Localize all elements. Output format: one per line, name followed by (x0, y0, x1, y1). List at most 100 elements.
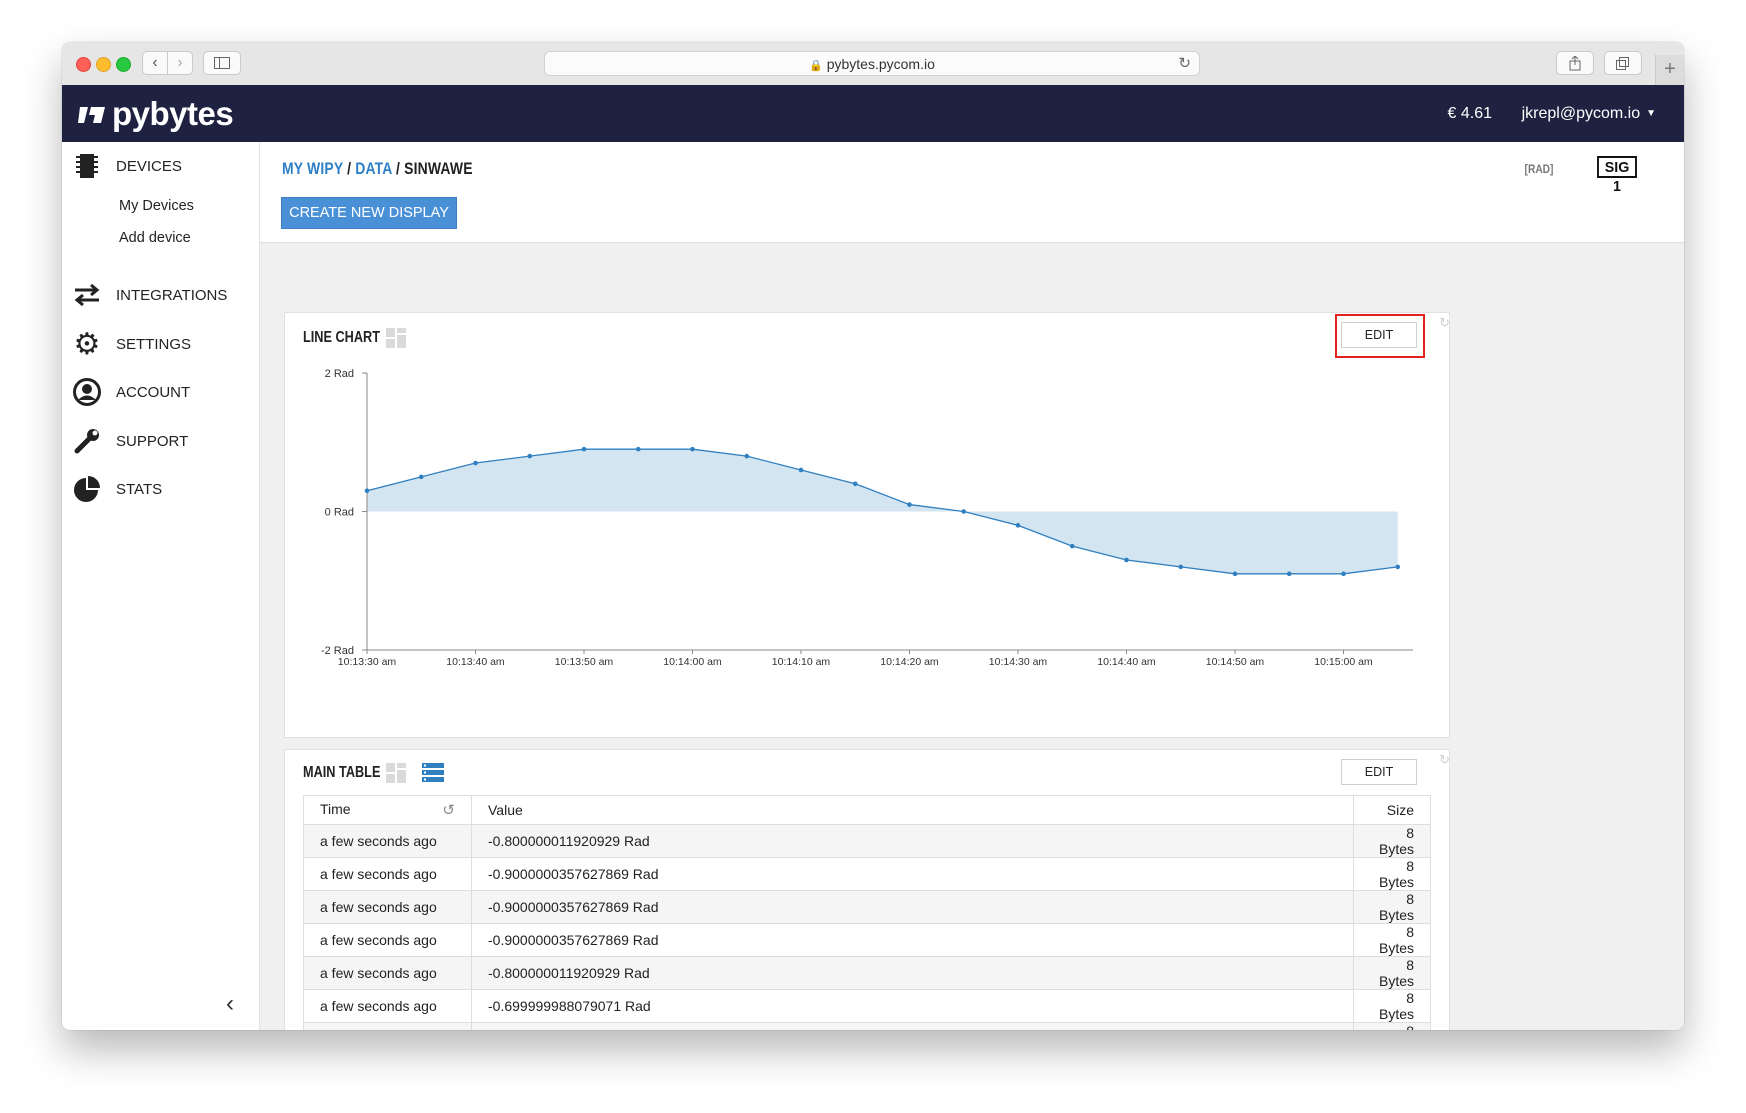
sidebar-item-devices[interactable]: DEVICES (72, 151, 182, 181)
minimize-window-button[interactable] (96, 57, 111, 72)
y-tick-label: 0 Rad (325, 507, 354, 519)
refresh-icon[interactable]: ↻ (1439, 315, 1450, 331)
share-button[interactable] (1556, 51, 1594, 75)
sidebar-item-label: STATS (116, 480, 163, 498)
data-point (1178, 564, 1184, 570)
cell-size: 8 Bytes (1353, 923, 1431, 957)
table-row: a few seconds ago-0.5 Rad8 Bytes (303, 1022, 1431, 1030)
caret-down-icon: ▼ (1646, 108, 1656, 119)
data-point (635, 446, 641, 452)
cell-size: 8 Bytes (1353, 1022, 1431, 1030)
close-window-button[interactable] (76, 57, 91, 72)
wrench-icon (72, 426, 102, 456)
sidebar-subitem-add-device[interactable]: Add device (119, 230, 191, 246)
column-header-value[interactable]: Value (471, 795, 1354, 825)
x-tick-label: 10:14:00 am (663, 656, 722, 668)
breadcrumb-separator: / (396, 159, 401, 178)
cell-size: 8 Bytes (1353, 956, 1431, 990)
collapse-sidebar-button[interactable]: ‹ (226, 990, 234, 1018)
cell-size: 8 Bytes (1353, 857, 1431, 891)
column-header-size[interactable]: Size (1353, 795, 1431, 825)
sidebar-item-account[interactable]: ACCOUNT (72, 377, 190, 407)
create-new-display-button[interactable]: CREATE NEW DISPLAY (281, 197, 457, 229)
breadcrumb: MY WIPY / DATA / SINWAWE (282, 159, 473, 179)
x-tick-label: 10:14:40 am (1097, 656, 1156, 668)
chevron-right-icon: › (177, 54, 183, 71)
table-view-icon[interactable] (422, 763, 444, 783)
widget-layout-icon[interactable] (386, 763, 406, 783)
arrows-exchange-icon (72, 280, 102, 310)
sidebar-item-label: SUPPORT (116, 432, 189, 450)
user-email: jkrepl@pycom.io (1521, 105, 1641, 122)
logo-text: pybytes (112, 95, 234, 132)
pybytes-logo-icon (78, 107, 105, 123)
sidebar-toggle-button[interactable] (203, 51, 241, 75)
pie-chart-icon (72, 474, 102, 504)
data-point (1286, 571, 1292, 577)
tabs-overview-button[interactable] (1604, 51, 1642, 75)
signal-badge: SIG 1 (1597, 156, 1637, 195)
table-header-row: Time ↺ Value Size (303, 795, 1431, 825)
cell-time: a few seconds ago (303, 989, 472, 1023)
new-tab-button[interactable]: + (1655, 55, 1684, 85)
sidebar-subitem-my-devices[interactable]: My Devices (119, 198, 194, 214)
cell-time: a few seconds ago (303, 857, 472, 891)
signal-unit: [RAD] (1524, 162, 1554, 176)
breadcrumb-data-link[interactable]: DATA (355, 159, 392, 178)
edit-main-table-button[interactable]: EDIT (1341, 759, 1417, 785)
table-row: a few seconds ago -0.9000000357627869 Rad… (303, 890, 1431, 924)
column-header-time[interactable]: Time ↺ (303, 795, 472, 825)
chevron-left-icon: ‹ (226, 990, 234, 1017)
data-point (364, 488, 370, 494)
column-label: Time (320, 801, 351, 817)
history-icon[interactable]: ↺ (442, 801, 455, 819)
sidebar-item-label: DEVICES (116, 157, 182, 175)
reload-icon[interactable]: ↻ (1178, 54, 1191, 72)
x-tick-label: 10:14:10 am (772, 656, 831, 668)
breadcrumb-current: SINWAWE (404, 159, 473, 178)
cell-value: -0.9000000357627869 Rad (471, 857, 1354, 891)
cell-size: 8 Bytes (1353, 989, 1431, 1023)
data-point (581, 446, 587, 452)
x-tick-label: 10:14:30 am (989, 656, 1048, 668)
cell-value: -0.9000000357627869 Rad (471, 890, 1354, 924)
zoom-window-button[interactable] (116, 57, 131, 72)
cell-value: -0.699999988079071 Rad (471, 989, 1354, 1023)
y-tick-label: 2 Rad (325, 368, 354, 380)
account-credit: € 4.61 (1447, 105, 1492, 122)
x-tick-label: 10:13:30 am (338, 656, 397, 668)
widget-layout-icon[interactable] (386, 328, 406, 348)
breadcrumb-separator: / (347, 159, 352, 178)
data-point (527, 453, 533, 459)
url-text: pybytes.pycom.io (826, 56, 935, 72)
table-row: a few seconds ago -0.9000000357627869 Rad… (303, 857, 1431, 891)
tabs-icon (1616, 56, 1629, 70)
cell-size: 8 Bytes (1353, 890, 1431, 924)
sidebar-item-integrations[interactable]: INTEGRATIONS (72, 280, 227, 310)
data-point (1232, 571, 1238, 577)
gear-icon: ⚙ (73, 327, 101, 361)
data-point (1015, 523, 1021, 528)
user-menu[interactable]: jkrepl@pycom.io ▼ (1522, 105, 1656, 123)
table-row: a few seconds ago -0.800000011920929 Rad 8… (303, 824, 1431, 858)
data-point (473, 460, 478, 466)
refresh-icon[interactable]: ↻ (1439, 752, 1450, 768)
forward-button[interactable]: › (167, 51, 193, 75)
x-tick-label: 10:15:00 am (1314, 656, 1373, 668)
cell-time: a few seconds ago (303, 890, 472, 924)
sidebar-item-label: ACCOUNT (116, 383, 191, 401)
sidebar-item-settings[interactable]: ⚙ SETTINGS (72, 327, 191, 361)
back-button[interactable]: ‹ (142, 51, 168, 75)
chevron-left-icon: ‹ (152, 54, 158, 71)
sidebar-item-stats[interactable]: STATS (72, 474, 162, 504)
cell-time: a few seconds ago (303, 824, 472, 858)
cell-value: -0.9000000357627869 Rad (471, 923, 1354, 957)
address-bar[interactable]: 🔒 pybytes.pycom.io ↻ (544, 51, 1200, 76)
pybytes-logo[interactable]: pybytes (78, 95, 234, 133)
sidebar-item-support[interactable]: SUPPORT (72, 426, 188, 456)
data-point (744, 453, 750, 459)
data-table: Time ↺ Value Size a few seconds ago -0.80… (303, 795, 1431, 1030)
breadcrumb-device-link[interactable]: MY WIPY (282, 159, 343, 178)
cell-value: -0.800000011920929 Rad (471, 824, 1354, 858)
series-area (367, 449, 1398, 574)
